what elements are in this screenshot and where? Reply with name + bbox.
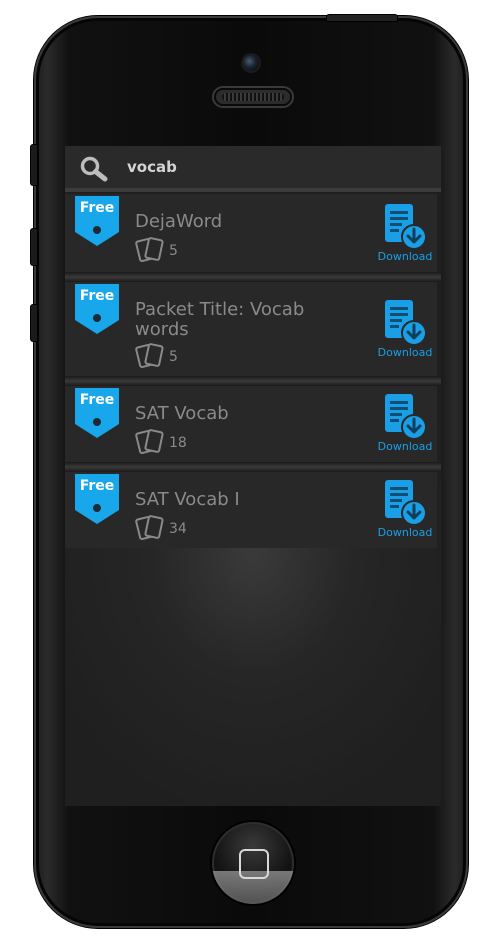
- download-icon: [385, 480, 427, 526]
- cards-icon: [135, 429, 164, 454]
- download-label: Download: [377, 526, 433, 539]
- item-title: SAT Vocab I: [135, 489, 240, 510]
- row-divider: [65, 376, 441, 386]
- mute-switch: [30, 144, 38, 186]
- home-square-icon: [239, 849, 269, 879]
- download-icon: [385, 394, 427, 440]
- card-count: 5: [169, 243, 178, 259]
- volume-up-button: [30, 228, 38, 266]
- download-icon: [385, 300, 427, 346]
- cards-icon: [135, 343, 164, 368]
- free-tag-icon: Free: [75, 196, 119, 248]
- free-tag-icon: Free: [75, 388, 119, 440]
- list-item[interactable]: Free DejaWord 5 Download: [65, 194, 437, 272]
- free-badge: Free: [79, 200, 115, 216]
- list-item[interactable]: Free Packet Title: Vocab words 5 Downloa…: [65, 282, 437, 376]
- free-badge: Free: [79, 392, 115, 408]
- item-title: Packet Title: Vocab words: [135, 299, 305, 340]
- card-count: 34: [169, 521, 187, 537]
- free-tag-icon: Free: [75, 284, 119, 336]
- download-button[interactable]: Download: [373, 394, 433, 458]
- cards-icon: [135, 237, 164, 262]
- cards-icon: [135, 515, 164, 540]
- row-divider: [65, 272, 441, 282]
- home-button[interactable]: [212, 822, 294, 904]
- card-count: 18: [169, 435, 187, 451]
- download-icon: [385, 204, 427, 250]
- search-icon[interactable]: [79, 155, 109, 183]
- search-input[interactable]: vocab: [127, 158, 177, 176]
- item-title: DejaWord: [135, 211, 223, 232]
- download-button[interactable]: Download: [373, 480, 433, 544]
- earpiece-speaker: [214, 88, 292, 106]
- download-button[interactable]: Download: [373, 300, 433, 364]
- download-button[interactable]: Download: [373, 204, 433, 268]
- free-badge: Free: [79, 478, 115, 494]
- row-divider: [65, 462, 441, 472]
- free-tag-icon: Free: [75, 474, 119, 526]
- list-item[interactable]: Free SAT Vocab I 34 Download: [65, 472, 437, 548]
- power-button: [326, 14, 398, 22]
- front-camera: [243, 55, 259, 71]
- download-label: Download: [377, 250, 433, 263]
- list-item[interactable]: Free SAT Vocab 18 Download: [65, 386, 437, 462]
- card-count: 5: [169, 349, 178, 365]
- download-label: Download: [377, 440, 433, 453]
- free-badge: Free: [79, 288, 115, 304]
- download-label: Download: [377, 346, 433, 359]
- app-screen: vocab Free DejaWord 5 Download Free Pack…: [65, 146, 441, 806]
- item-title: SAT Vocab: [135, 403, 229, 424]
- search-bar[interactable]: vocab: [65, 146, 441, 192]
- volume-down-button: [30, 304, 38, 342]
